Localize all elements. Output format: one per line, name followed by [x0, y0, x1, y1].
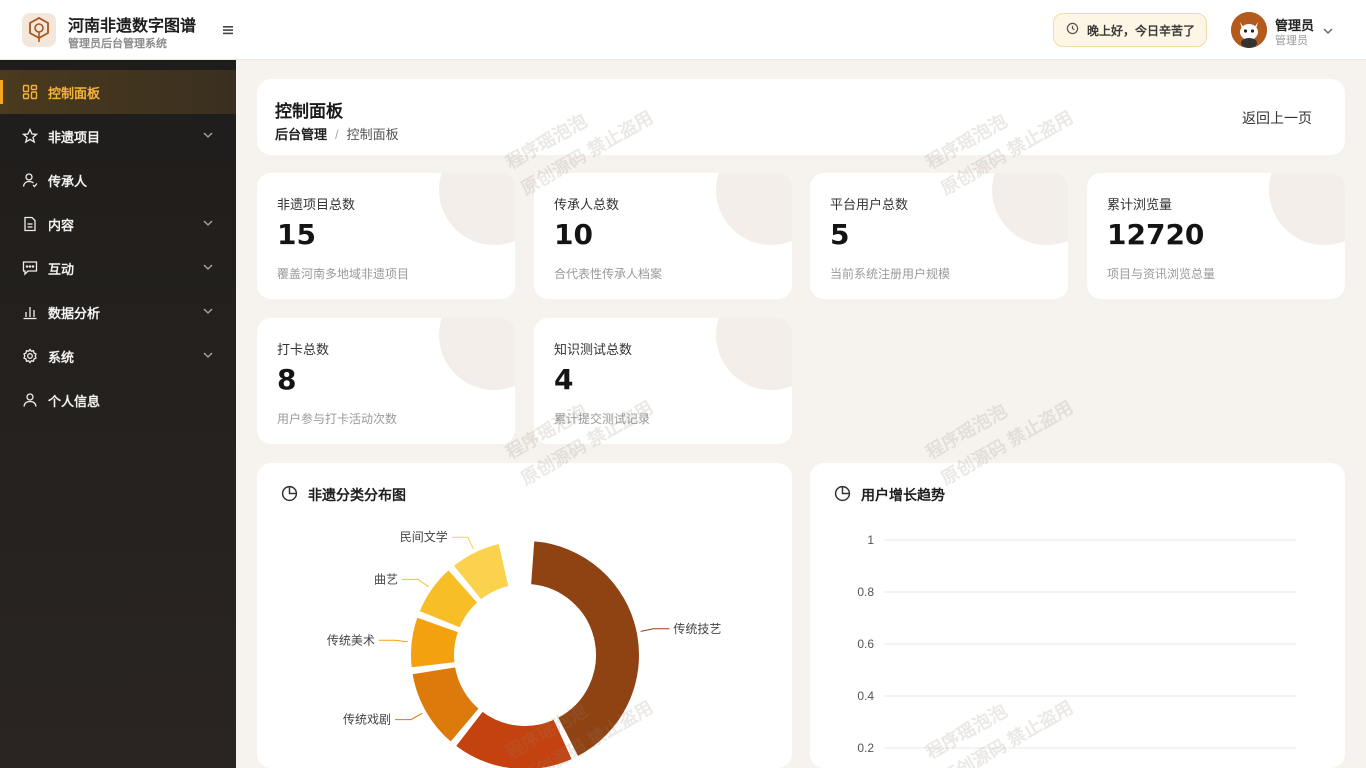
pie-label: 曲艺 [374, 572, 398, 586]
y-tick-label: 0.2 [857, 741, 874, 755]
pie-label-line [395, 712, 423, 721]
decorative-circle [716, 173, 792, 245]
sidebar-item-label: 数据分析 [48, 305, 101, 321]
y-tick-label: 0.6 [857, 637, 874, 651]
stat-description: 当前系统注册用户规模 [830, 267, 951, 281]
chat-icon [22, 260, 38, 276]
bar-chart-icon [22, 304, 38, 320]
sidebar-item-system[interactable]: 系统 [0, 334, 236, 378]
chevron-down-icon[interactable] [1322, 24, 1334, 42]
sidebar-item-profile[interactable]: 个人信息 [0, 378, 236, 422]
stat-card-views: 累计浏览量 12720 项目与资讯浏览总量 [1087, 173, 1345, 299]
stat-value: 8 [277, 363, 297, 396]
breadcrumb: 后台管理 / 控制面板 [275, 124, 399, 143]
stat-card-users: 平台用户总数 5 当前系统注册用户规模 [810, 173, 1068, 299]
stat-label: 传承人总数 [554, 197, 620, 212]
greeting-badge: 晚上好，今日辛苦了 [1053, 13, 1207, 47]
y-tick-label: 0.4 [857, 689, 874, 703]
page-title: 控制面板 [275, 102, 343, 121]
stat-label: 非遗项目总数 [277, 197, 356, 212]
back-button[interactable]: 返回上一页 [1242, 108, 1312, 128]
sidebar-item-label: 控制面板 [48, 85, 101, 101]
decorative-circle [1269, 173, 1345, 245]
sidebar: 控制面板 非遗项目 传承人 内容 互动 数据分析 系统 个人信息 [0, 60, 236, 768]
user-role: 管理员 [1275, 35, 1308, 47]
y-tick-label: 0.8 [857, 585, 874, 599]
pie-label-line [640, 628, 670, 632]
stat-label: 平台用户总数 [830, 197, 909, 212]
sidebar-item-analytics[interactable]: 数据分析 [0, 290, 236, 334]
stat-label: 累计浏览量 [1107, 197, 1173, 212]
stat-value: 4 [554, 363, 574, 396]
stat-card-checkins: 打卡总数 8 用户参与打卡活动次数 [257, 318, 515, 444]
breadcrumb-current: 控制面板 [346, 127, 399, 142]
star-icon [22, 128, 38, 144]
stat-value: 12720 [1107, 218, 1205, 251]
stat-card-quizzes: 知识测试总数 4 累计提交测试记录 [534, 318, 792, 444]
y-tick-label: 1 [867, 533, 874, 547]
breadcrumb-root[interactable]: 后台管理 [275, 127, 327, 142]
decorative-circle [439, 318, 515, 390]
pie-label-line [451, 536, 474, 550]
stat-description: 覆盖河南多地域非遗项目 [277, 267, 410, 281]
stat-value: 15 [277, 218, 316, 251]
page-header-panel: 控制面板 后台管理 / 控制面板 返回上一页 [257, 79, 1345, 155]
chevron-down-icon [202, 261, 214, 276]
pie-label: 传统戏剧 [343, 712, 391, 727]
logo-icon [22, 13, 56, 47]
stat-label: 知识测试总数 [554, 342, 633, 357]
pie-label: 民间文学 [400, 529, 448, 544]
sidebar-item-label: 传承人 [48, 173, 88, 189]
pie-label: 传统美术 [327, 632, 375, 647]
chevron-down-icon [202, 349, 214, 364]
person-icon [22, 392, 38, 408]
sidebar-item-content[interactable]: 内容 [0, 202, 236, 246]
stat-description: 项目与资讯浏览总量 [1107, 267, 1216, 281]
decorative-circle [439, 173, 515, 245]
decorative-circle [716, 318, 792, 390]
stat-value: 5 [830, 218, 850, 251]
avatar[interactable] [1231, 12, 1267, 48]
pie-label-line [378, 639, 408, 643]
sidebar-item-projects[interactable]: 非遗项目 [0, 114, 236, 158]
sidebar-item-label: 互动 [48, 261, 75, 277]
pie-label-line [402, 578, 429, 588]
menu-toggle-icon[interactable] [220, 22, 236, 38]
greeting-text: 晚上好，今日辛苦了 [1087, 23, 1196, 38]
top-header: 河南非遗数字图谱 管理员后台管理系统 晚上好，今日辛苦了 管理员 管理员 [0, 0, 1366, 60]
stat-card-inheritors: 传承人总数 10 合代表性传承人档案 [534, 173, 792, 299]
category-chart-card: 非遗分类分布图 传统技艺 传统戏剧 传统美术 曲艺 民间文学 [257, 463, 792, 768]
user-icon [22, 172, 38, 188]
decorative-circle [992, 173, 1068, 245]
clock-icon [1066, 22, 1087, 38]
stat-label: 打卡总数 [277, 342, 330, 357]
pie-label: 传统技艺 [673, 621, 721, 636]
sidebar-item-dashboard[interactable]: 控制面板 [0, 70, 236, 114]
stat-description: 用户参与打卡活动次数 [277, 412, 398, 426]
sidebar-item-interaction[interactable]: 互动 [0, 246, 236, 290]
sidebar-item-label: 非遗项目 [48, 129, 101, 145]
stat-description: 累计提交测试记录 [554, 412, 651, 426]
chevron-down-icon [202, 217, 214, 232]
stat-card-projects: 非遗项目总数 15 覆盖河南多地域非遗项目 [257, 173, 515, 299]
gear-icon [22, 348, 38, 364]
sidebar-item-inheritors[interactable]: 传承人 [0, 158, 236, 202]
line-chart: 1 0.8 0.6 0.4 0.2 [857, 533, 1296, 755]
brand-title: 河南非遗数字图谱 [68, 18, 197, 35]
stat-description: 合代表性传承人档案 [554, 267, 663, 281]
user-growth-chart-card: 用户增长趋势 1 0.8 0.6 0.4 0.2 [810, 463, 1345, 768]
pie-chart: 传统技艺传统戏剧 传统美术 曲艺 民间文学 [327, 529, 721, 768]
dashboard-icon [22, 84, 38, 100]
sidebar-item-label: 系统 [48, 349, 75, 365]
chevron-down-icon [202, 129, 214, 144]
stat-value: 10 [554, 218, 593, 251]
sidebar-item-label: 内容 [48, 217, 75, 233]
sidebar-item-label: 个人信息 [48, 393, 101, 409]
pie-slice[interactable] [453, 709, 574, 768]
chevron-down-icon [202, 305, 214, 320]
brand-subtitle: 管理员后台管理系统 [68, 38, 167, 50]
document-icon [22, 216, 38, 232]
breadcrumb-separator: / [335, 127, 339, 142]
